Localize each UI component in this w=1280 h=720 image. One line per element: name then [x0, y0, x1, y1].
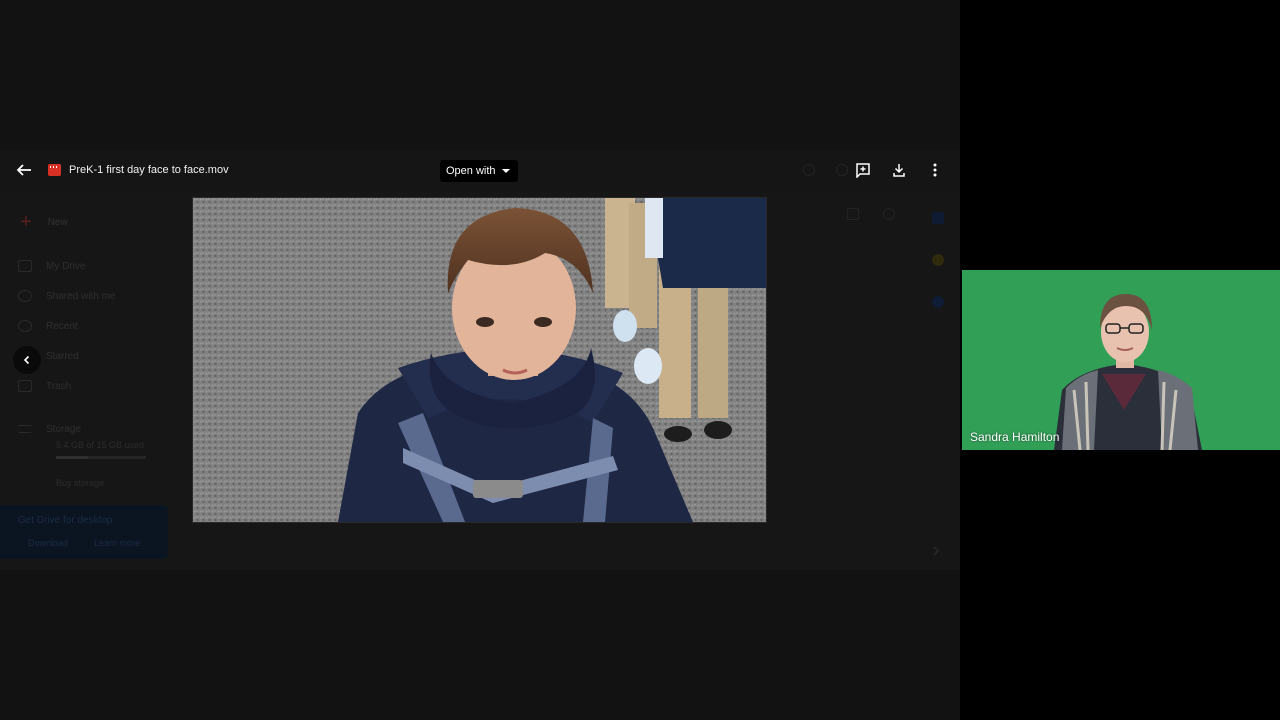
promo-learn-more-button: Learn more — [94, 538, 141, 548]
ghost-calendar-icon — [932, 212, 944, 224]
sidebar-item-label: Trash — [46, 380, 72, 392]
people-icon — [18, 290, 32, 302]
plus-icon: + — [20, 211, 32, 233]
chevron-left-icon — [23, 355, 30, 365]
sidebar-item-trash: Trash — [18, 376, 71, 396]
sidebar-item-shared: Shared with me — [18, 286, 115, 306]
storage-icon — [18, 425, 32, 433]
ghost-keep-icon — [932, 254, 944, 266]
caret-down-icon — [501, 169, 510, 173]
add-comment-button[interactable] — [854, 161, 872, 179]
arrow-left-icon — [16, 164, 31, 176]
download-button[interactable] — [890, 161, 908, 179]
sidebar-item-storage: Storage — [18, 419, 81, 439]
add-comment-icon — [856, 163, 870, 178]
sidebar-item-label: My Drive — [46, 260, 86, 272]
ghost-tasks-icon — [932, 296, 944, 308]
drive-desktop-promo: Get Drive for desktop Download Learn mor… — [0, 505, 168, 559]
participant-video-tile[interactable]: Sandra Hamilton — [962, 270, 1280, 450]
new-button: + New — [20, 211, 68, 233]
more-options-button[interactable] — [926, 161, 944, 179]
clock-icon — [18, 320, 32, 332]
video-file-icon — [48, 164, 61, 176]
video-frame-image — [193, 198, 766, 522]
next-file-button[interactable] — [930, 544, 942, 556]
promo-title: Get Drive for desktop — [18, 515, 113, 526]
storage-bar-fill — [56, 456, 89, 459]
screen-share-area: + New My Drive Shared with me Recent Sta… — [0, 0, 960, 720]
more-vert-icon — [933, 163, 937, 177]
promo-download-button: Download — [28, 538, 69, 548]
back-button[interactable] — [14, 162, 34, 178]
ghost-grid-icon — [847, 208, 859, 220]
file-title: PreK-1 first day face to face.mov — [69, 164, 229, 176]
video-preview[interactable] — [193, 198, 766, 522]
sidebar-item-label: Starred — [46, 350, 79, 362]
trash-icon — [18, 380, 32, 392]
sidebar-item-recent: Recent — [18, 316, 78, 336]
open-with-label: Open with — [446, 165, 496, 177]
sidebar-item-label: Shared with me — [46, 290, 116, 302]
download-icon — [893, 164, 905, 177]
storage-bar — [56, 456, 146, 459]
chevron-right-icon — [933, 546, 940, 556]
participant-video-image — [962, 270, 1280, 450]
drive-icon — [18, 260, 32, 272]
sidebar-item-label: Recent — [46, 320, 78, 332]
participant-name: Sandra Hamilton — [970, 430, 1060, 444]
buy-storage-link: Buy storage — [56, 478, 105, 488]
ghost-info-icon — [883, 208, 895, 220]
new-label: New — [47, 216, 68, 228]
open-with-button[interactable]: Open with — [440, 160, 518, 182]
collapse-sidebar-button[interactable] — [13, 346, 41, 374]
storage-label: Storage — [46, 423, 82, 435]
sidebar-item-my-drive: My Drive — [18, 256, 85, 276]
storage-usage-text: 5.4 GB of 15 GB used — [56, 440, 145, 450]
